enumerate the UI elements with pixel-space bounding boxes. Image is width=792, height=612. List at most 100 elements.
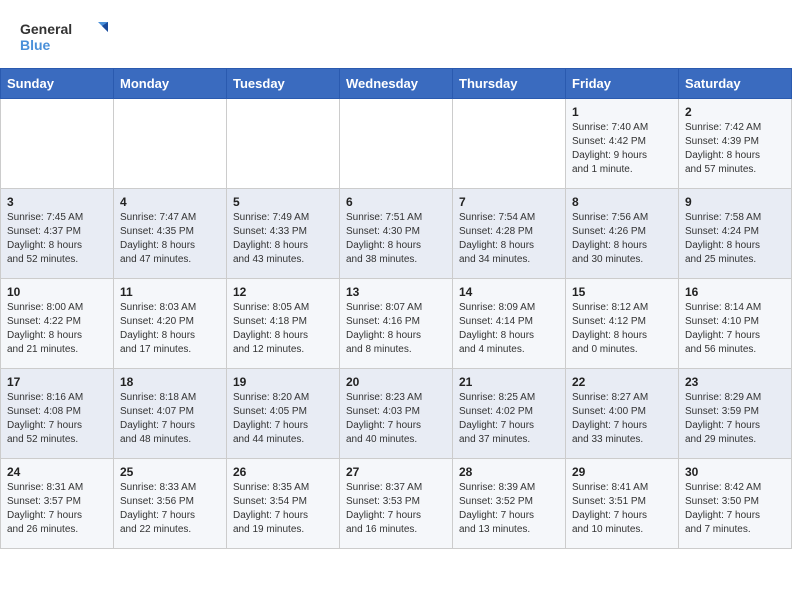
day-number: 30: [685, 465, 785, 479]
calendar-day-cell: [1, 99, 114, 189]
weekday-header: Thursday: [453, 69, 566, 99]
day-number: 10: [7, 285, 107, 299]
day-number: 12: [233, 285, 333, 299]
day-number: 25: [120, 465, 220, 479]
day-info: Sunrise: 8:03 AM Sunset: 4:20 PM Dayligh…: [120, 301, 220, 357]
day-number: 21: [459, 375, 559, 389]
day-number: 4: [120, 195, 220, 209]
calendar-day-cell: 16 Sunrise: 8:14 AM Sunset: 4:10 PM Dayli…: [679, 279, 792, 369]
day-info: Sunrise: 8:07 AM Sunset: 4:16 PM Dayligh…: [346, 301, 446, 357]
day-info: Sunrise: 7:47 AM Sunset: 4:35 PM Dayligh…: [120, 211, 220, 267]
logo: General Blue: [20, 18, 110, 58]
calendar-day-cell: 28 Sunrise: 8:39 AM Sunset: 3:52 PM Dayli…: [453, 459, 566, 549]
day-info: Sunrise: 7:54 AM Sunset: 4:28 PM Dayligh…: [459, 211, 559, 267]
day-number: 22: [572, 375, 672, 389]
calendar-day-cell: 17 Sunrise: 8:16 AM Sunset: 4:08 PM Dayli…: [1, 369, 114, 459]
calendar-day-cell: 30 Sunrise: 8:42 AM Sunset: 3:50 PM Dayli…: [679, 459, 792, 549]
calendar-day-cell: 10 Sunrise: 8:00 AM Sunset: 4:22 PM Dayli…: [1, 279, 114, 369]
day-info: Sunrise: 8:27 AM Sunset: 4:00 PM Dayligh…: [572, 391, 672, 447]
day-number: 17: [7, 375, 107, 389]
day-number: 16: [685, 285, 785, 299]
day-number: 1: [572, 105, 672, 119]
calendar: SundayMondayTuesdayWednesdayThursdayFrid…: [0, 68, 792, 549]
day-info: Sunrise: 7:49 AM Sunset: 4:33 PM Dayligh…: [233, 211, 333, 267]
day-info: Sunrise: 7:56 AM Sunset: 4:26 PM Dayligh…: [572, 211, 672, 267]
calendar-day-cell: 24 Sunrise: 8:31 AM Sunset: 3:57 PM Dayli…: [1, 459, 114, 549]
day-number: 15: [572, 285, 672, 299]
day-number: 28: [459, 465, 559, 479]
calendar-day-cell: 2 Sunrise: 7:42 AM Sunset: 4:39 PM Daylig…: [679, 99, 792, 189]
weekday-header: Wednesday: [340, 69, 453, 99]
day-info: Sunrise: 8:00 AM Sunset: 4:22 PM Dayligh…: [7, 301, 107, 357]
day-info: Sunrise: 8:09 AM Sunset: 4:14 PM Dayligh…: [459, 301, 559, 357]
calendar-day-cell: 29Sunrise: 8:41 AM Sunset: 3:51 PM Dayli…: [566, 459, 679, 549]
svg-text:General: General: [20, 21, 72, 37]
svg-text:Blue: Blue: [20, 37, 51, 53]
day-info: Sunrise: 8:39 AM Sunset: 3:52 PM Dayligh…: [459, 481, 559, 537]
calendar-day-cell: 8 Sunrise: 7:56 AM Sunset: 4:26 PM Daylig…: [566, 189, 679, 279]
calendar-day-cell: 25 Sunrise: 8:33 AM Sunset: 3:56 PM Dayli…: [114, 459, 227, 549]
calendar-day-cell: 5 Sunrise: 7:49 AM Sunset: 4:33 PM Daylig…: [227, 189, 340, 279]
day-number: 6: [346, 195, 446, 209]
calendar-day-cell: 14Sunrise: 8:09 AM Sunset: 4:14 PM Dayli…: [453, 279, 566, 369]
day-number: 9: [685, 195, 785, 209]
weekday-header: Saturday: [679, 69, 792, 99]
calendar-day-cell: 26 Sunrise: 8:35 AM Sunset: 3:54 PM Dayli…: [227, 459, 340, 549]
calendar-week-row: 1Sunrise: 7:40 AM Sunset: 4:42 PM Daylig…: [1, 99, 792, 189]
day-info: Sunrise: 8:37 AM Sunset: 3:53 PM Dayligh…: [346, 481, 446, 537]
day-number: 8: [572, 195, 672, 209]
day-info: Sunrise: 8:33 AM Sunset: 3:56 PM Dayligh…: [120, 481, 220, 537]
calendar-day-cell: 6 Sunrise: 7:51 AM Sunset: 4:30 PM Daylig…: [340, 189, 453, 279]
day-number: 23: [685, 375, 785, 389]
day-number: 24: [7, 465, 107, 479]
calendar-day-cell: 20Sunrise: 8:23 AM Sunset: 4:03 PM Dayli…: [340, 369, 453, 459]
calendar-day-cell: 21Sunrise: 8:25 AM Sunset: 4:02 PM Dayli…: [453, 369, 566, 459]
calendar-day-cell: 4 Sunrise: 7:47 AM Sunset: 4:35 PM Daylig…: [114, 189, 227, 279]
day-number: 29: [572, 465, 672, 479]
calendar-week-row: 17 Sunrise: 8:16 AM Sunset: 4:08 PM Dayli…: [1, 369, 792, 459]
day-info: Sunrise: 8:29 AM Sunset: 3:59 PM Dayligh…: [685, 391, 785, 447]
day-number: 20: [346, 375, 446, 389]
logo-svg: General Blue: [20, 18, 110, 58]
calendar-day-cell: 3 Sunrise: 7:45 AM Sunset: 4:37 PM Daylig…: [1, 189, 114, 279]
day-info: Sunrise: 8:42 AM Sunset: 3:50 PM Dayligh…: [685, 481, 785, 537]
day-number: 2: [685, 105, 785, 119]
day-number: 7: [459, 195, 559, 209]
day-info: Sunrise: 7:45 AM Sunset: 4:37 PM Dayligh…: [7, 211, 107, 267]
day-info: Sunrise: 7:42 AM Sunset: 4:39 PM Dayligh…: [685, 121, 785, 177]
calendar-day-cell: 22 Sunrise: 8:27 AM Sunset: 4:00 PM Dayli…: [566, 369, 679, 459]
day-info: Sunrise: 8:18 AM Sunset: 4:07 PM Dayligh…: [120, 391, 220, 447]
day-info: Sunrise: 8:35 AM Sunset: 3:54 PM Dayligh…: [233, 481, 333, 537]
day-number: 27: [346, 465, 446, 479]
calendar-day-cell: 7 Sunrise: 7:54 AM Sunset: 4:28 PM Daylig…: [453, 189, 566, 279]
calendar-header-row: SundayMondayTuesdayWednesdayThursdayFrid…: [1, 69, 792, 99]
calendar-day-cell: 1Sunrise: 7:40 AM Sunset: 4:42 PM Daylig…: [566, 99, 679, 189]
calendar-day-cell: [114, 99, 227, 189]
calendar-week-row: 3 Sunrise: 7:45 AM Sunset: 4:37 PM Daylig…: [1, 189, 792, 279]
day-info: Sunrise: 8:31 AM Sunset: 3:57 PM Dayligh…: [7, 481, 107, 537]
day-info: Sunrise: 8:05 AM Sunset: 4:18 PM Dayligh…: [233, 301, 333, 357]
day-info: Sunrise: 7:58 AM Sunset: 4:24 PM Dayligh…: [685, 211, 785, 267]
calendar-day-cell: 9 Sunrise: 7:58 AM Sunset: 4:24 PM Daylig…: [679, 189, 792, 279]
calendar-day-cell: [227, 99, 340, 189]
day-number: 19: [233, 375, 333, 389]
calendar-week-row: 24 Sunrise: 8:31 AM Sunset: 3:57 PM Dayli…: [1, 459, 792, 549]
day-number: 18: [120, 375, 220, 389]
calendar-week-row: 10 Sunrise: 8:00 AM Sunset: 4:22 PM Dayli…: [1, 279, 792, 369]
day-info: Sunrise: 8:12 AM Sunset: 4:12 PM Dayligh…: [572, 301, 672, 357]
calendar-day-cell: 13Sunrise: 8:07 AM Sunset: 4:16 PM Dayli…: [340, 279, 453, 369]
day-number: 11: [120, 285, 220, 299]
day-info: Sunrise: 8:16 AM Sunset: 4:08 PM Dayligh…: [7, 391, 107, 447]
day-number: 3: [7, 195, 107, 209]
day-number: 5: [233, 195, 333, 209]
weekday-header: Friday: [566, 69, 679, 99]
day-info: Sunrise: 7:51 AM Sunset: 4:30 PM Dayligh…: [346, 211, 446, 267]
weekday-header: Monday: [114, 69, 227, 99]
calendar-day-cell: 19Sunrise: 8:20 AM Sunset: 4:05 PM Dayli…: [227, 369, 340, 459]
day-info: Sunrise: 8:14 AM Sunset: 4:10 PM Dayligh…: [685, 301, 785, 357]
calendar-day-cell: 18 Sunrise: 8:18 AM Sunset: 4:07 PM Dayli…: [114, 369, 227, 459]
weekday-header: Sunday: [1, 69, 114, 99]
day-number: 26: [233, 465, 333, 479]
header: General Blue: [0, 0, 792, 68]
calendar-day-cell: 12 Sunrise: 8:05 AM Sunset: 4:18 PM Dayli…: [227, 279, 340, 369]
